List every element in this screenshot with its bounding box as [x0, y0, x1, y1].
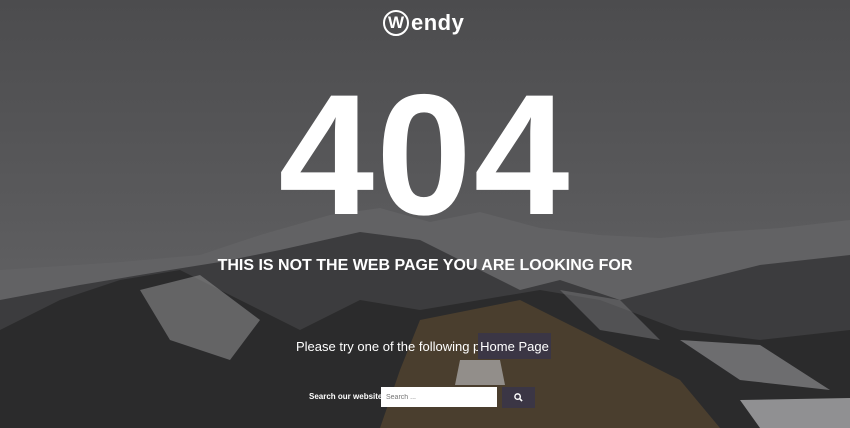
logo-text: endy	[411, 10, 465, 35]
suggestion-text: Please try one of the following pages	[296, 339, 509, 354]
home-page-button[interactable]: Home Page	[478, 333, 551, 359]
logo[interactable]: W endy	[383, 8, 464, 38]
search-button[interactable]	[502, 387, 535, 408]
search-input[interactable]	[381, 387, 497, 407]
error-code: 404	[278, 59, 572, 251]
logo-initial: W	[383, 10, 409, 36]
error-headline: THIS IS NOT THE WEB PAGE YOU ARE LOOKING…	[217, 257, 633, 274]
search-icon	[514, 393, 523, 402]
search-label: Search our website	[309, 392, 383, 401]
